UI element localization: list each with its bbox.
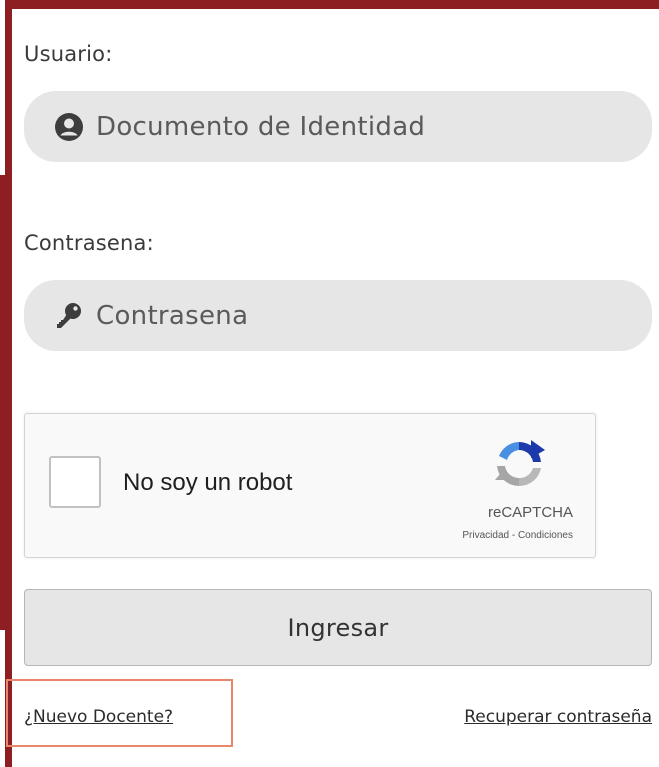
user-circle-icon xyxy=(52,110,86,144)
user-label: Usuario: xyxy=(24,42,113,66)
frame-border-left xyxy=(5,0,12,767)
recaptcha-widget: No soy un robot reCAPTCHA Privacidad - C… xyxy=(24,413,596,558)
recaptcha-brand: reCAPTCHA xyxy=(487,504,573,521)
user-placeholder: Documento de Identidad xyxy=(96,111,426,142)
login-panel: Usuario: Documento de Identidad Contrase… xyxy=(0,0,659,767)
key-icon xyxy=(52,299,86,333)
highlight-box xyxy=(6,679,233,747)
recaptcha-terms-links[interactable]: Privacidad - Condiciones xyxy=(462,530,573,541)
frame-border-top xyxy=(5,0,659,9)
recaptcha-checkbox-label: No soy un robot xyxy=(123,469,293,496)
login-form: Usuario: Documento de Identidad Contrase… xyxy=(12,9,659,767)
password-label: Contrasena: xyxy=(24,231,154,255)
recaptcha-logo-icon xyxy=(487,432,551,496)
user-field[interactable]: Documento de Identidad xyxy=(24,91,652,162)
submit-button[interactable]: Ingresar xyxy=(24,589,652,666)
recover-password-link[interactable]: Recuperar contraseña xyxy=(464,707,652,727)
recaptcha-checkbox[interactable] xyxy=(49,456,101,508)
password-field[interactable]: Contrasena xyxy=(24,280,652,351)
password-placeholder: Contrasena xyxy=(96,300,249,331)
